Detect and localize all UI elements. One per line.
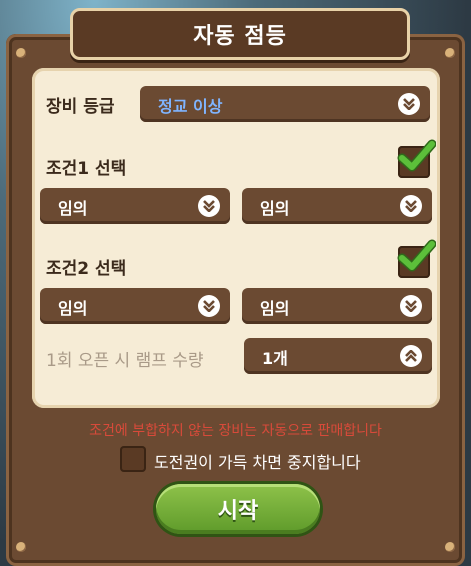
equipment-grade-value: 정교 이상 — [158, 97, 223, 116]
condition2-option-a-value: 임의 — [58, 299, 88, 318]
chevron-up-icon — [400, 345, 422, 367]
start-button[interactable]: 시작 — [156, 484, 320, 534]
rivet-decoration — [445, 542, 455, 552]
rivet-decoration — [445, 48, 455, 58]
condition1-label: 조건1 선택 — [46, 159, 127, 179]
equipment-grade-label: 장비 등급 — [46, 97, 115, 117]
checkmark-icon — [397, 239, 436, 272]
condition1-option-b-dropdown[interactable]: 임의 — [242, 188, 432, 224]
condition1-option-a-dropdown[interactable]: 임의 — [40, 188, 230, 224]
lamp-quantity-value: 1개 — [262, 349, 288, 368]
lamp-quantity-dropdown[interactable]: 1개 — [244, 338, 432, 374]
auto-sell-warning: 조건에 부합하지 않는 장비는 자동으로 판매합니다 — [89, 423, 382, 439]
chevron-down-icon — [198, 295, 220, 317]
condition2-option-b-value: 임의 — [260, 299, 290, 318]
chevron-down-icon — [198, 195, 220, 217]
rivet-decoration — [16, 48, 26, 58]
condition1-option-b-value: 임의 — [260, 199, 290, 218]
title-plate: 자동 점등 — [70, 8, 410, 60]
condition1-option-a-value: 임의 — [58, 199, 88, 218]
condition2-option-a-dropdown[interactable]: 임의 — [40, 288, 230, 324]
chevron-down-icon — [398, 93, 420, 115]
condition1-checkbox[interactable] — [397, 139, 436, 178]
dialog-title: 자동 점등 — [193, 24, 287, 49]
chevron-down-icon — [400, 295, 422, 317]
chevron-down-icon — [400, 195, 422, 217]
stop-when-full-label: 도전권이 가득 차면 중지합니다 — [154, 453, 361, 472]
rivet-decoration — [16, 542, 26, 552]
condition2-checkbox[interactable] — [397, 239, 436, 278]
lamp-quantity-label: 1회 오픈 시 램프 수량 — [46, 351, 204, 371]
checkmark-icon — [397, 139, 436, 172]
condition2-option-b-dropdown[interactable]: 임의 — [242, 288, 432, 324]
equipment-grade-dropdown[interactable]: 정교 이상 — [140, 86, 430, 122]
condition2-label: 조건2 선택 — [46, 259, 127, 279]
stop-when-full-checkbox[interactable] — [120, 446, 146, 472]
start-button-label: 시작 — [217, 499, 259, 524]
